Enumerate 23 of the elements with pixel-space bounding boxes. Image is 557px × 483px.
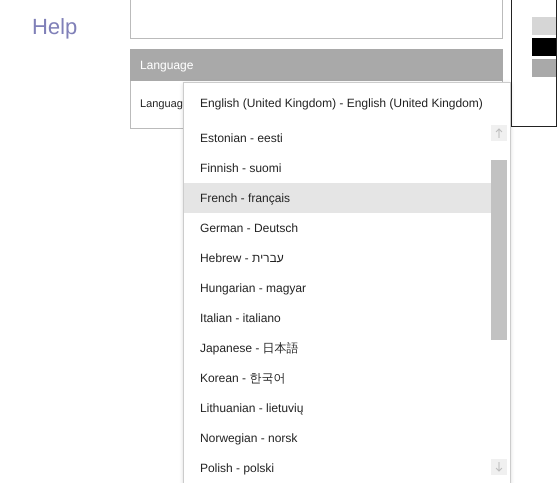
swatch[interactable]	[532, 17, 556, 35]
dropdown-option[interactable]: English (United Kingdom) - English (United Kingdom)	[184, 83, 510, 123]
dropdown-option[interactable]: Lithuanian - lietuvių	[184, 393, 491, 423]
swatch[interactable]	[532, 38, 556, 56]
panel-title: Language	[140, 57, 194, 74]
field-label: Languag	[140, 97, 183, 112]
dropdown-option[interactable]: French - français	[184, 183, 491, 213]
dropdown-option[interactable]: Polish - polski	[184, 453, 491, 483]
dropdown-option[interactable]: Japanese - 日本語	[184, 333, 491, 363]
swatch[interactable]	[532, 59, 556, 77]
dropdown-option[interactable]: Finnish - suomi	[184, 153, 491, 183]
scroll-down-icon[interactable]	[491, 459, 507, 475]
dropdown-option[interactable]: Hebrew - עברית	[184, 243, 491, 273]
dropdown-option[interactable]: Estonian - eesti	[184, 123, 491, 153]
dropdown-option[interactable]: Italian - italiano	[184, 303, 491, 333]
dropdown-option[interactable]: Hungarian - magyar	[184, 273, 491, 303]
text-area[interactable]	[130, 0, 503, 39]
scroll-up-icon[interactable]	[491, 125, 507, 141]
help-link[interactable]: Help	[32, 14, 78, 39]
scroll-thumb[interactable]	[491, 160, 507, 340]
dropdown-option[interactable]: Norwegian - norsk	[184, 423, 491, 453]
dropdown-option[interactable]: Korean - 한국어	[184, 363, 491, 393]
dropdown-option[interactable]: German - Deutsch	[184, 213, 491, 243]
